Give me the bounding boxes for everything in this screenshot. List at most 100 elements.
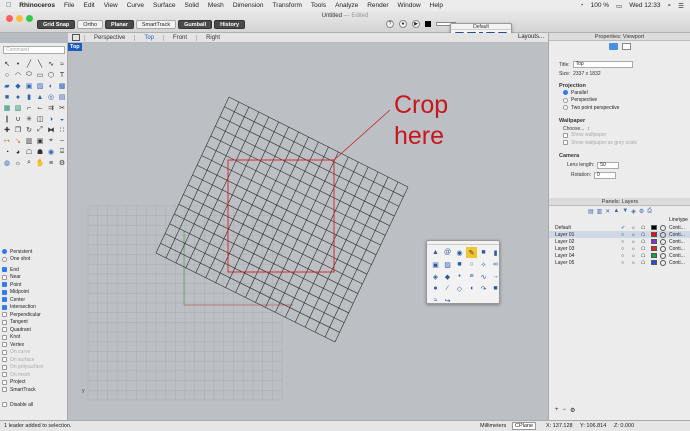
light-bulb-icon[interactable]: ☼ xyxy=(631,260,636,266)
radio-one-shot[interactable] xyxy=(2,256,7,262)
osnap-vertex[interactable]: Vertex xyxy=(2,341,66,349)
viewport-grid-icon[interactable] xyxy=(72,34,80,41)
light-bulb-icon[interactable]: ☼ xyxy=(631,246,636,252)
record-icon[interactable]: ● xyxy=(399,20,407,28)
delete-layer-icon[interactable]: ✕ xyxy=(605,208,610,215)
layer-row-04[interactable]: Layer 04 ○ ☼ ☖ Conti... xyxy=(549,252,690,259)
viewport-camera-icon[interactable] xyxy=(608,43,618,50)
select-arrow-icon[interactable]: ↖ xyxy=(2,59,12,69)
block-icon[interactable]: ▣ xyxy=(35,136,45,146)
wifi-icon[interactable]: ◔ xyxy=(580,2,584,9)
viewport-title-label[interactable]: Top xyxy=(68,43,82,51)
layer-linetype[interactable]: Conti... xyxy=(669,239,685,245)
current-layer-icon[interactable]: ○ xyxy=(621,246,624,252)
menu-render[interactable]: Render xyxy=(367,2,388,9)
mesh-icon[interactable]: ▦ xyxy=(2,103,12,113)
plane-surface-icon[interactable]: ▰ xyxy=(2,81,12,91)
sphere-tool-icon[interactable]: ● xyxy=(430,283,441,294)
rectangle-icon[interactable]: ▭ xyxy=(35,70,45,80)
clock[interactable]: Wed 12:33 xyxy=(629,2,660,9)
checkbox-midpoint[interactable] xyxy=(2,289,7,295)
cylinder-icon[interactable]: ▮ xyxy=(24,92,34,102)
boolean-difference-icon[interactable]: ◒ xyxy=(57,114,67,124)
wand-tool-icon[interactable]: ✧ xyxy=(478,259,489,270)
layer-linetype[interactable]: Conti... xyxy=(669,253,685,259)
spline-tool-icon[interactable]: ∿ xyxy=(478,271,489,282)
unlock-layer-icon[interactable]: ☖ xyxy=(641,246,645,252)
analyze-icon[interactable]: ⌖ xyxy=(46,136,56,146)
layer-linetype[interactable]: Conti... xyxy=(669,260,685,266)
unlock-layer-icon[interactable]: ☖ xyxy=(641,225,645,231)
layer-icon[interactable]: ≡ xyxy=(46,158,56,168)
solid-tool-icon[interactable]: ◆ xyxy=(442,271,453,282)
projection-two-point[interactable]: Two point perspective xyxy=(563,104,687,112)
arc-icon[interactable]: ◠ xyxy=(13,70,23,80)
zoom-icon[interactable]: ⌕ xyxy=(24,158,34,168)
color-swatch-icon[interactable] xyxy=(425,21,431,27)
cone-tool-icon[interactable]: ▲ xyxy=(430,247,441,258)
settings-icon[interactable]: ⚙ xyxy=(57,158,67,168)
menu-solid[interactable]: Solid xyxy=(184,2,198,9)
checkbox-tangent[interactable] xyxy=(2,319,7,325)
lens-field[interactable]: 50 xyxy=(597,161,620,169)
checkbox-point[interactable] xyxy=(2,282,7,288)
radio-parallel[interactable] xyxy=(563,90,568,96)
arrow-tool-icon[interactable]: → xyxy=(490,271,501,282)
light-bulb-icon[interactable]: ☼ xyxy=(631,225,636,231)
layer-linetype[interactable]: Conti... xyxy=(669,225,685,231)
osnap-midpoint[interactable]: Midpoint xyxy=(2,289,66,297)
command-input[interactable]: Command xyxy=(3,46,65,54)
play-icon[interactable]: ▶ xyxy=(412,20,420,28)
light-bulb-icon[interactable]: ☼ xyxy=(631,232,636,238)
osnap-persistent[interactable]: Persistent xyxy=(2,248,66,256)
camera-icon[interactable]: ⌹ xyxy=(57,147,67,157)
cubes-tool-icon[interactable]: ◈ xyxy=(430,271,441,282)
menu-view[interactable]: View xyxy=(104,2,118,9)
tab-perspective[interactable]: Perspective xyxy=(84,34,134,41)
tab-top[interactable]: Top xyxy=(134,34,163,41)
pencil-tool-icon[interactable]: ✎ xyxy=(466,247,477,258)
layer-color-swatch[interactable] xyxy=(651,232,657,237)
gumball-button[interactable]: Gumball xyxy=(178,20,213,29)
checkbox-center[interactable] xyxy=(2,297,7,303)
planar-button[interactable]: Planar xyxy=(105,20,134,29)
unlock-layer-icon[interactable]: ☖ xyxy=(641,239,645,245)
rotate-icon[interactable]: ↻ xyxy=(24,125,34,135)
checkbox-disable-all[interactable] xyxy=(2,402,7,408)
menu-tools[interactable]: Tools xyxy=(311,2,326,9)
checkbox-knot[interactable] xyxy=(2,334,7,340)
move-up-icon[interactable]: ▲ xyxy=(613,208,619,215)
torus-icon[interactable]: ◎ xyxy=(46,92,56,102)
edge-surface-icon[interactable]: ▣ xyxy=(24,81,34,91)
grid-snap-button[interactable]: Grid Snap xyxy=(37,20,76,29)
layer-row-01[interactable]: Layer 01 ○ ☼ ☖ Conti... xyxy=(549,231,690,238)
layer-row-02[interactable]: Layer 02 ○ ☼ ☖ Conti... xyxy=(549,238,690,245)
layer-color-swatch[interactable] xyxy=(651,239,657,244)
trim-icon[interactable]: ✂ xyxy=(57,103,67,113)
menu-surface[interactable]: Surface xyxy=(153,2,175,9)
osnap-smarttrack[interactable]: SmartTrack xyxy=(2,386,66,394)
render-sphere-icon[interactable]: ◉ xyxy=(46,147,56,157)
polygon-icon[interactable]: ⬡ xyxy=(46,70,56,80)
material-circle-icon[interactable] xyxy=(660,252,666,259)
material-circle-icon[interactable] xyxy=(660,259,666,266)
curve-icon[interactable]: ∿ xyxy=(46,59,56,69)
ortho-button[interactable]: Ortho xyxy=(77,20,104,29)
osnap-end[interactable]: End xyxy=(2,266,66,274)
new-sublayer-icon[interactable]: ▥ xyxy=(597,208,603,215)
menu-edit[interactable]: Edit xyxy=(84,2,95,9)
menu-window[interactable]: Window xyxy=(398,2,421,9)
osnap-perpendicular[interactable]: Perpendicular xyxy=(2,311,66,319)
control-center-icon[interactable]: ☰ xyxy=(678,2,684,10)
osnap-knot[interactable]: Knot xyxy=(2,334,66,342)
offset-icon[interactable]: ⇉ xyxy=(46,103,56,113)
circle-icon[interactable]: ○ xyxy=(2,70,12,80)
light-bulb-icon[interactable]: ☼ xyxy=(631,239,636,245)
leader-icon[interactable]: ↘ xyxy=(13,136,23,146)
radio-persistent[interactable] xyxy=(2,249,7,255)
wallpaper-choose-button[interactable]: Choose... xyxy=(563,126,584,132)
search-icon[interactable]: ⌕ xyxy=(668,2,672,10)
globe-icon[interactable]: ◍ xyxy=(2,158,12,168)
radio-two-point[interactable] xyxy=(563,105,568,111)
material-circle-icon[interactable] xyxy=(660,231,666,238)
